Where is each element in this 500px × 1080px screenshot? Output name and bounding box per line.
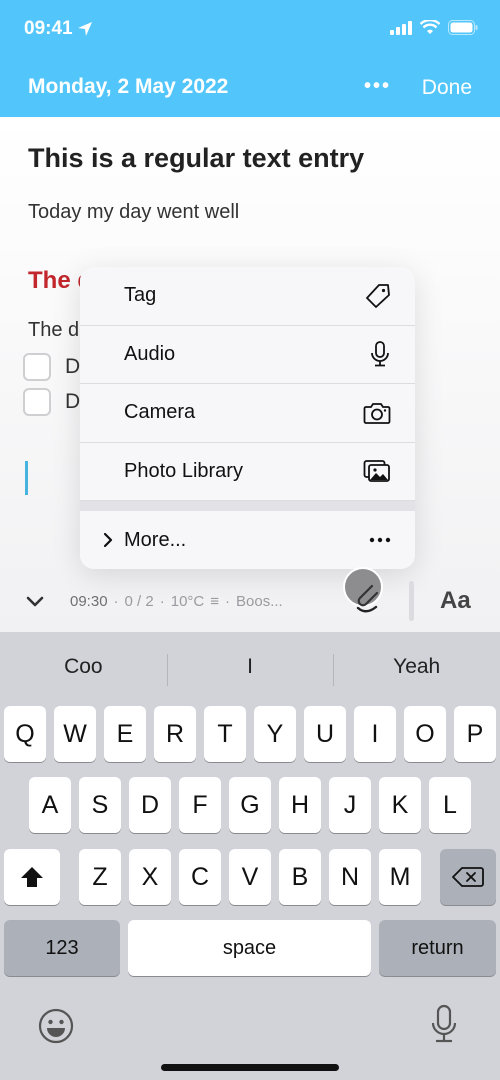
key-j[interactable]: J: [329, 777, 371, 833]
key-x[interactable]: X: [129, 849, 171, 905]
key-s[interactable]: S: [79, 777, 121, 833]
return-key[interactable]: return: [379, 920, 496, 976]
todo-progress: 0 / 2: [124, 593, 154, 610]
todo-item[interactable]: D: [23, 353, 80, 381]
key-a[interactable]: A: [29, 777, 71, 833]
key-t[interactable]: T: [204, 706, 246, 762]
menu-item-label: Tag: [124, 284, 157, 307]
entry-metadata[interactable]: 09:30 · 0 / 2 · 10°C ≡ · Boos...: [70, 593, 283, 610]
chevron-down-icon[interactable]: [24, 590, 46, 612]
key-y[interactable]: Y: [254, 706, 296, 762]
key-z[interactable]: Z: [79, 849, 121, 905]
todo-label: D: [65, 390, 81, 413]
key-q[interactable]: Q: [4, 706, 46, 762]
entry-time: 09:30: [70, 593, 108, 610]
key-e[interactable]: E: [104, 706, 146, 762]
key-k[interactable]: K: [379, 777, 421, 833]
weather-temp: 10°C: [170, 593, 205, 610]
weather-icon: ≡: [210, 593, 220, 610]
battery-icon: [448, 20, 478, 35]
text-format-label: Aa: [440, 587, 471, 614]
key-v[interactable]: V: [229, 849, 271, 905]
separator: ·: [113, 593, 119, 610]
checkbox[interactable]: [23, 353, 51, 381]
separator: ·: [225, 593, 231, 610]
more-options-button[interactable]: •••: [364, 75, 391, 98]
signal-icon: [390, 20, 412, 35]
key-h[interactable]: H: [279, 777, 321, 833]
text-format-button[interactable]: Aa: [440, 587, 471, 615]
key-r[interactable]: R: [154, 706, 196, 762]
menu-item-label: Photo Library: [124, 459, 243, 482]
entry-date[interactable]: Monday, 2 May 2022: [28, 75, 228, 99]
menu-separator: [80, 501, 415, 511]
microphone-icon: [371, 341, 389, 367]
suggestion[interactable]: Yeah: [333, 632, 500, 700]
key-c[interactable]: C: [179, 849, 221, 905]
separator: ·: [159, 593, 165, 610]
done-button[interactable]: Done: [422, 76, 472, 100]
menu-item-label: Camera: [124, 401, 196, 424]
menu-item-more[interactable]: More...: [80, 511, 415, 569]
menu-item-photo-library[interactable]: Photo Library: [80, 442, 415, 501]
status-time: 09:41: [24, 18, 93, 40]
photo-library-icon: [363, 460, 390, 483]
todo-label: D: [65, 355, 81, 378]
key-g[interactable]: G: [229, 777, 271, 833]
wifi-icon: [420, 20, 440, 34]
menu-item-audio[interactable]: Audio: [80, 325, 415, 384]
location: Boos...: [236, 593, 283, 610]
backspace-key[interactable]: [440, 849, 496, 905]
toolbar-divider: [409, 581, 414, 621]
attachment-menu: Tag Audio Camera Photo Library More...: [80, 267, 415, 569]
key-p[interactable]: P: [454, 706, 496, 762]
entry-title: This is a regular text entry: [28, 143, 365, 173]
nav-header: 09:41 Monday, 2 May 2022 ••• Done: [0, 0, 500, 117]
key-d[interactable]: D: [129, 777, 171, 833]
space-key[interactable]: space: [128, 920, 371, 976]
predictive-bar: Coo I Yeah: [0, 632, 500, 700]
text-cursor: [25, 461, 28, 495]
menu-item-label: More...: [124, 528, 187, 551]
suggestion[interactable]: Coo: [0, 632, 167, 700]
key-n[interactable]: N: [329, 849, 371, 905]
chevron-right-icon: [103, 532, 113, 548]
numbers-key[interactable]: 123: [4, 920, 120, 976]
key-u[interactable]: U: [304, 706, 346, 762]
key-o[interactable]: O: [404, 706, 446, 762]
key-f[interactable]: F: [179, 777, 221, 833]
menu-item-camera[interactable]: Camera: [80, 384, 415, 443]
shift-icon: [21, 867, 43, 887]
key-b[interactable]: B: [279, 849, 321, 905]
menu-item-tag[interactable]: Tag: [80, 267, 415, 326]
dictation-microphone-icon[interactable]: [430, 1004, 458, 1044]
tag-icon: [366, 283, 390, 308]
camera-icon: [363, 402, 391, 424]
todo-item[interactable]: D: [23, 388, 80, 416]
section-text: The d: [28, 319, 80, 341]
menu-item-label: Audio: [124, 342, 176, 365]
editor-toolbar: 09:30 · 0 / 2 · 10°C ≡ · Boos... Aa: [0, 567, 500, 632]
shift-key[interactable]: [4, 849, 60, 905]
ellipsis-icon: [369, 537, 391, 543]
key-l[interactable]: L: [429, 777, 471, 833]
suggestion[interactable]: I: [166, 632, 334, 700]
key-i[interactable]: I: [354, 706, 396, 762]
paperclip-icon: [356, 584, 379, 613]
keyboard: Coo I Yeah Q W E R T Y U I O P A S D F G H J K L Z X C V B N M 123…: [0, 632, 500, 1080]
key-m[interactable]: M: [379, 849, 421, 905]
status-icons: [390, 20, 478, 35]
entry-body-text: Today my day went well: [28, 201, 240, 223]
backspace-icon: [452, 867, 484, 887]
location-arrow-icon: [77, 22, 92, 36]
clock: 09:41: [24, 18, 73, 39]
checkbox[interactable]: [23, 388, 51, 416]
emoji-icon[interactable]: [37, 1007, 75, 1045]
key-w[interactable]: W: [54, 706, 96, 762]
home-indicator: [161, 1064, 339, 1071]
